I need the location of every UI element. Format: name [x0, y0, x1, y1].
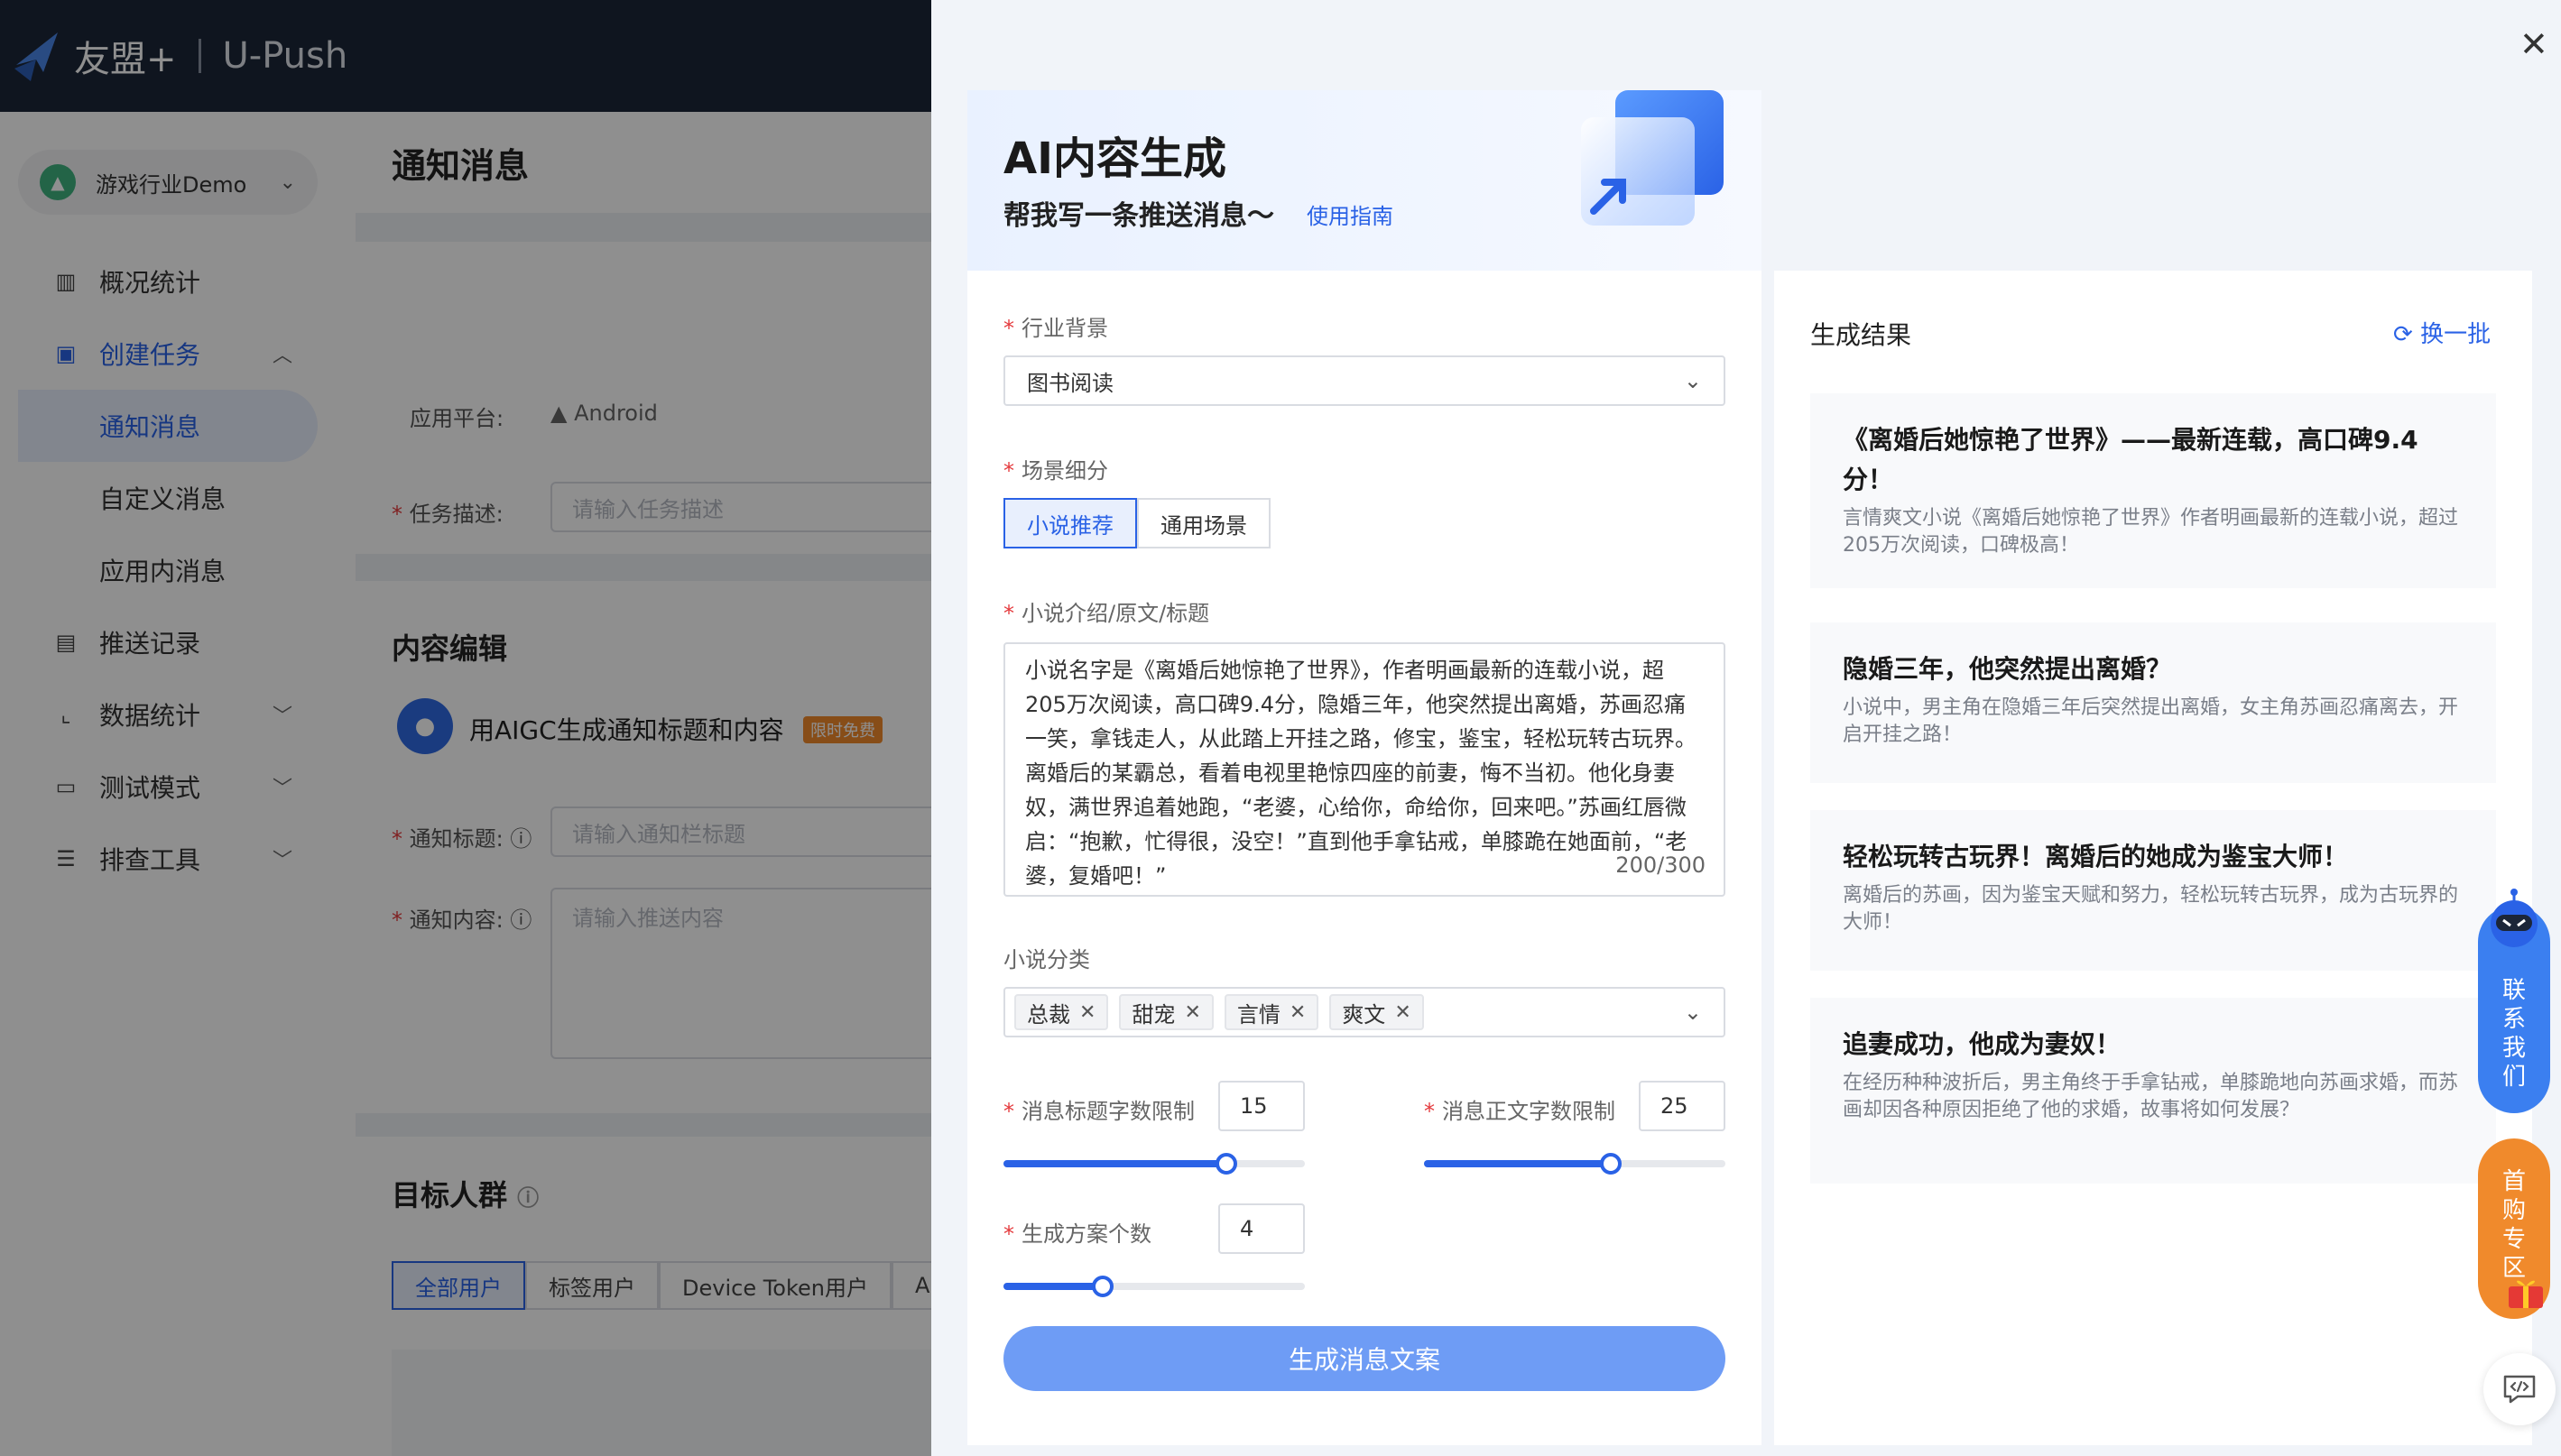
body-limit-label: * 消息正文字数限制	[1424, 1099, 1615, 1124]
contact-char: 我	[2501, 1035, 2526, 1062]
drawer-subtitle: 帮我写一条推送消息～	[1003, 200, 1274, 232]
close-icon[interactable]: ✕	[2519, 27, 2548, 61]
intro-textarea[interactable]: 小说名字是《离婚后她惊艳了世界》，作者明画最新的连载小说，超205万次阅读，高口…	[1003, 642, 1725, 897]
close-icon[interactable]: ✕	[1290, 1001, 1306, 1024]
industry-select[interactable]: 图书阅读 ⌄	[1003, 355, 1725, 406]
close-icon[interactable]: ✕	[1079, 1001, 1096, 1024]
category-tag[interactable]: 爽文 ✕	[1329, 994, 1424, 1030]
gift-box-icon	[2509, 1280, 2543, 1308]
industry-label-text: 行业背景	[1022, 316, 1108, 341]
generate-button[interactable]: 生成消息文案	[1003, 1326, 1725, 1391]
plan-count-label: * 生成方案个数	[1003, 1221, 1151, 1247]
slider-fill	[1003, 1283, 1104, 1290]
title-limit-label: * 消息标题字数限制	[1003, 1099, 1195, 1124]
result-title: 隐婚三年，他突然提出离婚？	[1843, 654, 2172, 684]
first-buy-char: 专	[2501, 1226, 2526, 1253]
scene-segment: 小说推荐 通用场景	[1003, 498, 1271, 548]
code-bubble-icon	[2503, 1375, 2536, 1404]
feedback-button[interactable]	[2483, 1353, 2556, 1425]
slider-fill	[1424, 1160, 1612, 1167]
scene-option-novel[interactable]: 小说推荐	[1003, 498, 1137, 548]
tag-label: 甜宠	[1132, 1001, 1176, 1027]
title-limit-label-text: 消息标题字数限制	[1022, 1099, 1195, 1124]
results-title: 生成结果	[1810, 320, 1912, 350]
plan-count-label-text: 生成方案个数	[1022, 1221, 1151, 1247]
close-icon[interactable]: ✕	[1184, 1001, 1200, 1024]
result-title: 轻松玩转古玩界！离婚后的她成为鉴宝大师！	[1843, 842, 2349, 871]
result-card[interactable]: 隐婚三年，他突然提出离婚？ 小说中，男主角在隐婚三年后突然提出离婚，女主角苏画忍…	[1810, 622, 2496, 783]
refresh-label: 换一批	[2420, 321, 2492, 348]
intro-label: * 小说介绍/原文/标题	[1003, 601, 1210, 626]
first-buy-char: 首	[2501, 1168, 2526, 1195]
result-desc: 小说中，男主角在隐婚三年后突然提出离婚，女主角苏画忍痛离去，开启开挂之路！	[1843, 696, 2459, 746]
result-title: 《离婚后她惊艳了世界》——最新连载，高口碑9.4分！	[1843, 425, 2418, 494]
refresh-button[interactable]: ⟳ 换一批	[2393, 316, 2491, 349]
category-tag[interactable]: 甜宠 ✕	[1119, 994, 1214, 1030]
guide-link[interactable]: 使用指南	[1307, 198, 1393, 230]
tag-label: 言情	[1236, 1001, 1280, 1027]
app-root: 友盟+ U-Push ▲ 游戏行业Demo ⌄ ▥ 概况统计 ▣ 创建任务 ︿ …	[0, 0, 2561, 1456]
contact-char: 联	[2501, 977, 2526, 1004]
contact-char: 们	[2501, 1064, 2526, 1091]
refresh-icon: ⟳	[2393, 321, 2421, 348]
body-limit-input[interactable]: 25	[1639, 1081, 1725, 1131]
tag-label: 爽文	[1342, 1001, 1386, 1027]
result-desc: 离婚后的苏画，因为鉴宝天赋和努力，轻松玩转古玩界，成为古玩界的大师！	[1843, 884, 2459, 934]
result-card[interactable]: 轻松玩转古玩界！离婚后的她成为鉴宝大师！ 离婚后的苏画，因为鉴宝天赋和努力，轻松…	[1810, 810, 2496, 971]
scene-option-general[interactable]: 通用场景	[1137, 498, 1271, 548]
result-title: 追妻成功，他成为妻奴！	[1843, 1029, 2122, 1059]
contact-char: 系	[2501, 1006, 2526, 1033]
industry-value: 图书阅读	[1027, 370, 1114, 396]
result-card[interactable]: 追妻成功，他成为妻奴！ 在经历种种波折后，男主角终于手拿钻戒，单膝跪地向苏画求婚…	[1810, 998, 2496, 1184]
result-desc: 言情爽文小说《离婚后她惊艳了世界》作者明画最新的连载小说，超过205万次阅读，口…	[1843, 507, 2459, 557]
title-limit-slider[interactable]	[1003, 1153, 1305, 1175]
industry-label: * 行业背景	[1003, 316, 1108, 341]
chevron-down-icon: ⌄	[1683, 368, 1702, 393]
category-tag[interactable]: 言情 ✕	[1224, 994, 1319, 1030]
ai-generate-illustration-icon	[1581, 90, 1724, 226]
category-tag[interactable]: 总裁 ✕	[1014, 994, 1109, 1030]
slider-fill	[1003, 1160, 1227, 1167]
scene-label: * 场景细分	[1003, 458, 1108, 484]
body-limit-slider[interactable]	[1424, 1153, 1725, 1175]
plan-count-input[interactable]: 4	[1218, 1203, 1305, 1254]
close-icon[interactable]: ✕	[1394, 1001, 1410, 1024]
slider-handle[interactable]	[1216, 1153, 1238, 1175]
intro-char-count: 200/300	[1615, 852, 1706, 878]
category-select[interactable]: 总裁 ✕ 甜宠 ✕ 言情 ✕ 爽文 ✕ ⌄	[1003, 987, 1725, 1037]
plan-count-slider[interactable]	[1003, 1276, 1305, 1297]
first-buy-char: 购	[2501, 1197, 2526, 1224]
drawer-title: AI内容生成	[1003, 134, 1227, 184]
robot-icon	[2491, 889, 2538, 947]
slider-handle[interactable]	[1600, 1153, 1623, 1175]
scene-label-text: 场景细分	[1022, 458, 1108, 484]
category-label: 小说分类	[1003, 947, 1090, 972]
intro-text: 小说名字是《离婚后她惊艳了世界》，作者明画最新的连载小说，超205万次阅读，高口…	[1025, 658, 1697, 889]
result-desc: 在经历种种波折后，男主角终于手拿钻戒，单膝跪地向苏画求婚，而苏画却因各种原因拒绝…	[1843, 1072, 2459, 1121]
tag-label: 总裁	[1027, 1001, 1070, 1027]
result-card[interactable]: 《离婚后她惊艳了世界》——最新连载，高口碑9.4分！ 言情爽文小说《离婚后她惊艳…	[1810, 393, 2496, 588]
intro-label-text: 小说介绍/原文/标题	[1022, 601, 1210, 626]
body-limit-label-text: 消息正文字数限制	[1442, 1099, 1615, 1124]
modal-overlay[interactable]	[0, 0, 931, 1456]
title-limit-input[interactable]: 15	[1218, 1081, 1305, 1131]
chevron-down-icon: ⌄	[1683, 1000, 1702, 1025]
